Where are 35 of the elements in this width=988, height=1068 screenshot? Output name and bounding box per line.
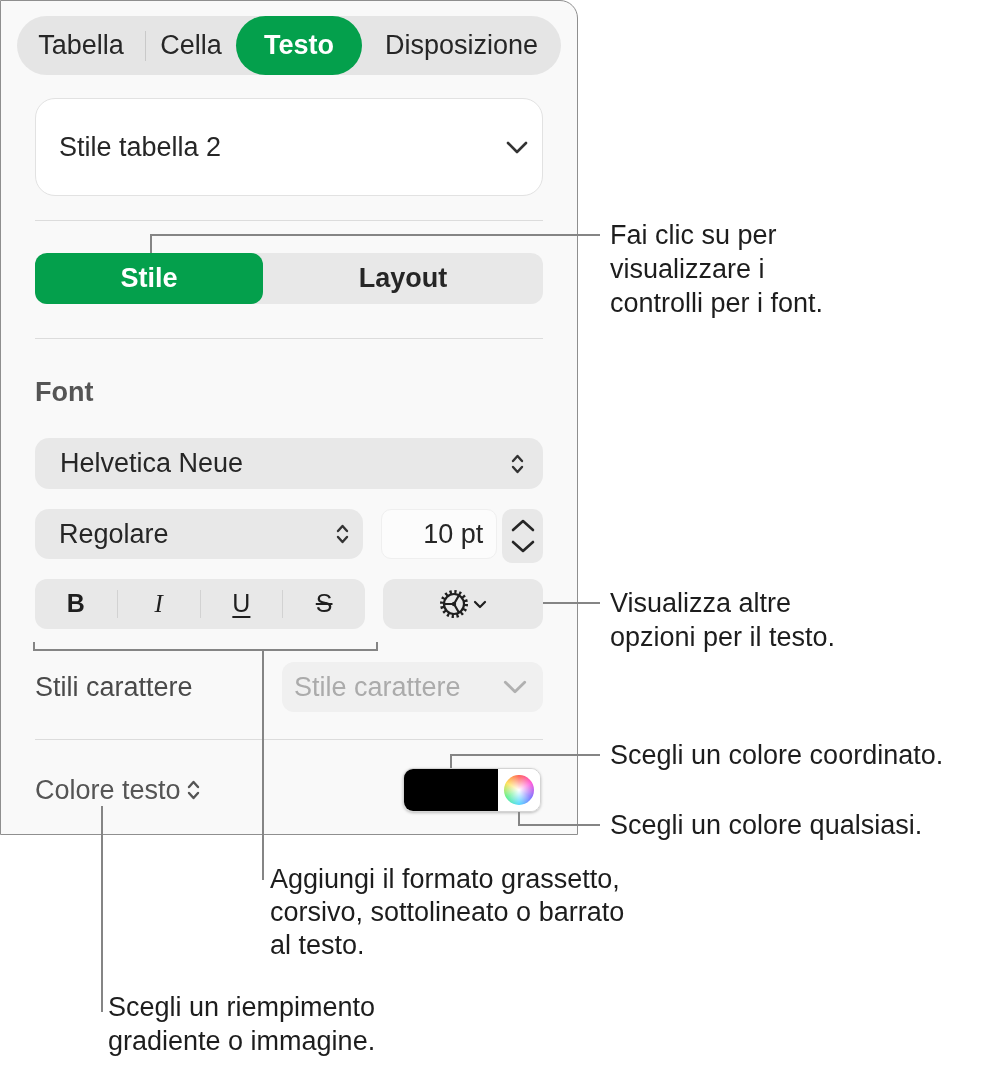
font-family-popup[interactable]: Helvetica Neue (35, 438, 543, 489)
table-style-popup[interactable]: Stile tabella 2 (35, 98, 543, 196)
tab[interactable]: Cella (146, 16, 236, 75)
font-size-field[interactable]: 10 pt (381, 509, 498, 559)
fill-type-popup[interactable]: Colore testo (35, 769, 200, 811)
chevron-down-icon (510, 540, 535, 553)
callout-text: Scegli un colore coordinato. (610, 739, 944, 772)
segment-button[interactable]: Layout (263, 253, 543, 304)
up-down-chevron-icon (336, 523, 349, 545)
callout-text: Scegli un colore qualsiasi. (610, 809, 923, 842)
chevron-down-icon (506, 140, 528, 154)
callout-text: Fai clic su per visualizzare i controlli per i font. (610, 219, 824, 320)
gear-icon (439, 589, 469, 619)
format-button[interactable]: S (283, 579, 365, 629)
typeface-popup[interactable]: Regolare (35, 509, 363, 559)
text-options-button[interactable] (383, 579, 543, 629)
chevron-up-icon (510, 519, 535, 532)
tab[interactable]: Disposizione (362, 16, 561, 75)
chevron-down-icon (473, 599, 487, 609)
section-heading: Font (35, 376, 95, 408)
chevron-down-icon (503, 680, 527, 694)
format-button[interactable]: I (117, 579, 200, 629)
callout-text: Scegli un riempimento gradiente o immagine. (108, 991, 376, 1058)
format-button[interactable]: B (35, 579, 117, 629)
up-down-chevron-icon (186, 779, 200, 801)
up-down-chevron-icon (511, 452, 524, 475)
color-picker-button[interactable] (498, 769, 540, 811)
color-wheel-icon (504, 775, 534, 805)
size-stepper[interactable] (502, 509, 543, 563)
color-swatch[interactable] (404, 769, 498, 811)
callout-text: Visualizza altre opzioni per il testo. (610, 587, 836, 654)
format-button[interactable]: U (200, 579, 283, 629)
field-label: Stili carattere (35, 670, 193, 704)
callout-text: Aggiungi il formato grassetto, corsivo, sottolineato o barrato al testo. (270, 863, 625, 962)
tab[interactable]: Tabella (17, 16, 145, 75)
